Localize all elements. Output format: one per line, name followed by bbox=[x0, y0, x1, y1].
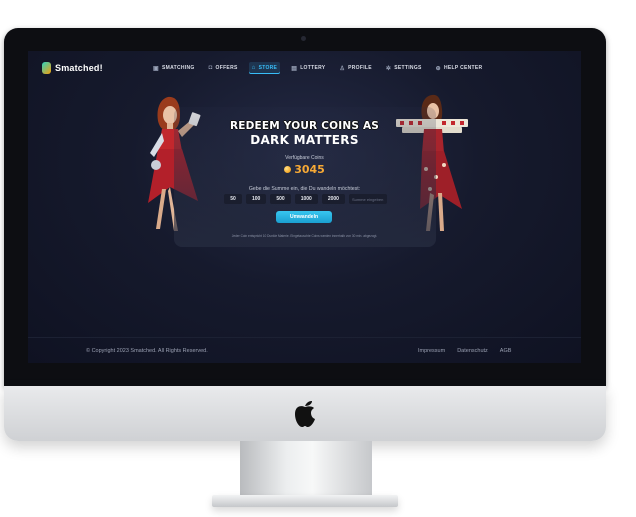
dice-icon: ▣ bbox=[153, 65, 159, 72]
apple-logo-icon bbox=[295, 401, 315, 427]
custom-amount-input[interactable]: Summe eingeben bbox=[348, 194, 387, 204]
nav-label: Help Center bbox=[443, 65, 483, 71]
store-icon: ⌂ bbox=[251, 65, 256, 71]
footer-link-impressum[interactable]: Impressum bbox=[418, 348, 445, 354]
available-coins-label: Verfügbare Coins bbox=[285, 155, 324, 161]
nav-label: Profile bbox=[348, 65, 372, 71]
amount-button-1000[interactable]: 1000 bbox=[294, 194, 318, 204]
coins-value: 3045 bbox=[294, 163, 325, 176]
nav-item-lottery[interactable]: ▤ Lottery bbox=[288, 62, 328, 74]
nav-item-offers[interactable]: ◘ Offers bbox=[206, 62, 241, 74]
nav-label: Offers bbox=[215, 65, 238, 71]
nav-item-smatching[interactable]: ▣ Smatching bbox=[150, 62, 198, 74]
nav-label: Smatching bbox=[161, 65, 195, 71]
footer-links: Impressum Datenschutz AGB bbox=[418, 348, 511, 354]
convert-button[interactable]: Umwandeln bbox=[276, 211, 332, 223]
imac-stand bbox=[240, 441, 372, 497]
imac-stand-base bbox=[212, 495, 398, 507]
nav-item-help-center[interactable]: ⊕ Help Center bbox=[433, 62, 486, 74]
top-navbar: Smatched! ▣ Smatching ◘ Offers ⌂ Store ▤… bbox=[28, 51, 581, 87]
coin-icon bbox=[284, 166, 292, 173]
amount-button-2000[interactable]: 2000 bbox=[321, 194, 345, 204]
redeem-title: REDEEM YOUR COINS AS bbox=[229, 120, 380, 132]
nav-item-settings[interactable]: ✲ Settings bbox=[383, 62, 425, 74]
help-icon: ⊕ bbox=[435, 65, 441, 72]
footer-divider bbox=[28, 337, 581, 338]
amount-button-50[interactable]: 50 bbox=[224, 194, 242, 204]
gear-icon: ✲ bbox=[385, 65, 392, 72]
nav-label: Store bbox=[258, 65, 278, 71]
footer-link-datenschutz[interactable]: Datenschutz bbox=[457, 348, 488, 354]
brand-logo[interactable]: Smatched! bbox=[42, 62, 103, 74]
user-icon: ♙ bbox=[339, 65, 346, 72]
amount-options: 50 100 500 1000 2000 Summe eingeben bbox=[224, 194, 387, 204]
footer-link-agb[interactable]: AGB bbox=[500, 348, 512, 354]
camera-icon bbox=[301, 36, 306, 41]
ticket-icon: ▤ bbox=[291, 65, 298, 72]
available-coins: 3045 bbox=[28, 163, 581, 176]
amount-button-100[interactable]: 100 bbox=[246, 194, 267, 204]
nav-label: Lottery bbox=[300, 65, 326, 71]
amount-prompt: Gebe die Summe ein, die Du wandeln möcht… bbox=[248, 186, 361, 192]
footer-copyright: © Copyright 2023 Smatched. All Rights Re… bbox=[86, 348, 208, 354]
nav-item-profile[interactable]: ♙ Profile bbox=[336, 62, 374, 74]
gift-icon: ◘ bbox=[208, 65, 213, 71]
website-screen: Smatched! ▣ Smatching ◘ Offers ⌂ Store ▤… bbox=[28, 51, 581, 363]
redeem-subtitle: DARK MATTERS bbox=[250, 133, 359, 147]
main-nav: ▣ Smatching ◘ Offers ⌂ Store ▤ Lottery ♙… bbox=[150, 62, 485, 74]
conversion-disclaimer: Jeder Coin entspricht 10 Dunkle Materie.… bbox=[231, 234, 378, 238]
amount-button-500[interactable]: 500 bbox=[270, 194, 291, 204]
brand-name: Smatched! bbox=[55, 63, 103, 73]
nav-item-store[interactable]: ⌂ Store bbox=[248, 62, 281, 74]
logo-icon bbox=[42, 62, 51, 74]
nav-label: Settings bbox=[394, 65, 422, 71]
